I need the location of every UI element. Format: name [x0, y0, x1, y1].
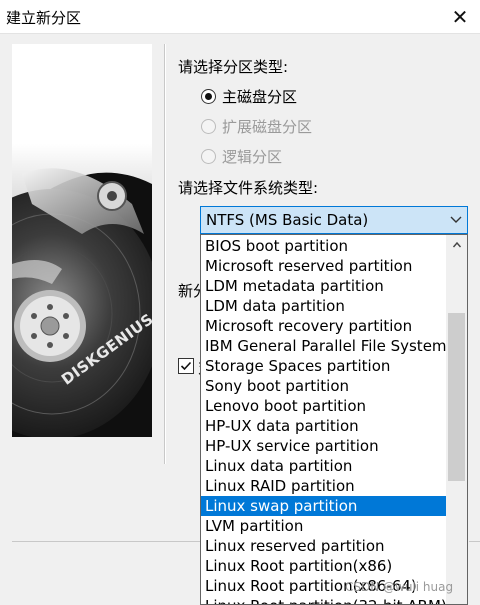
filesystem-list-item[interactable]: IBM General Parallel File System(G — [201, 336, 446, 356]
close-icon: ✕ — [451, 5, 469, 29]
filesystem-list-item[interactable]: HP-UX service partition — [201, 436, 446, 456]
radio-logical-partition[interactable]: 逻辑分区 — [201, 146, 282, 167]
scroll-up-button[interactable] — [446, 235, 467, 255]
filesystem-list-item[interactable]: Microsoft recovery partition — [201, 316, 446, 336]
filesystem-list-item[interactable]: Linux Root partition(32-bit ARM) — [201, 596, 446, 604]
radio-unselected-icon — [201, 149, 216, 164]
option-checkbox[interactable] — [178, 358, 194, 374]
radio-extended-partition[interactable]: 扩展磁盘分区 — [201, 116, 312, 137]
radio-unselected-icon — [201, 119, 216, 134]
close-button[interactable]: ✕ — [440, 0, 480, 34]
filesystem-list-item[interactable]: BIOS boot partition — [201, 236, 446, 256]
radio-primary-partition[interactable]: 主磁盘分区 — [201, 86, 297, 107]
filesystem-list-item[interactable]: Linux swap partition — [201, 496, 446, 516]
filesystem-list-item[interactable]: Linux data partition — [201, 456, 446, 476]
vertical-separator — [164, 44, 166, 464]
filesystem-list-item[interactable]: LDM metadata partition — [201, 276, 446, 296]
filesystem-list-item[interactable]: Lenovo boot partition — [201, 396, 446, 416]
filesystem-selected-value: NTFS (MS Basic Data) — [206, 211, 369, 229]
filesystem-dropdown-list[interactable]: BIOS boot partition Microsoft reserved pa… — [200, 234, 468, 605]
radio-label-primary: 主磁盘分区 — [222, 88, 298, 106]
filesystem-select[interactable]: NTFS (MS Basic Data) — [200, 206, 468, 234]
filesystem-list-item[interactable]: LVM partition — [201, 516, 446, 536]
dropdown-scrollbar[interactable] — [446, 235, 467, 604]
filesystem-list-item[interactable]: Sony boot partition — [201, 376, 446, 396]
hard-disk-illustration: DISKGENIUS — [12, 144, 152, 437]
filesystem-list-item[interactable]: Linux RAID partition — [201, 476, 446, 496]
window-title: 建立新分区 — [6, 9, 82, 27]
chevron-up-icon — [452, 241, 461, 248]
filesystem-list-item[interactable]: HP-UX data partition — [201, 416, 446, 436]
checkmark-icon — [180, 361, 192, 371]
dropdown-items: BIOS boot partition Microsoft reserved pa… — [201, 236, 446, 604]
title-bar: 建立新分区 ✕ — [0, 0, 480, 34]
filesystem-list-item[interactable]: Storage Spaces partition — [201, 356, 446, 376]
scrollbar-thumb[interactable] — [448, 313, 465, 481]
watermark-text: CSDN @wuli huag — [345, 580, 454, 594]
filesystem-list-item[interactable]: LDM data partition — [201, 296, 446, 316]
filesystem-list-item[interactable]: Microsoft reserved partition — [201, 256, 446, 276]
radio-label-extended: 扩展磁盘分区 — [222, 118, 313, 136]
bottom-divider-right — [469, 541, 480, 542]
filesystem-list-item[interactable]: Linux reserved partition — [201, 536, 446, 556]
radio-selected-icon — [201, 89, 216, 104]
partition-type-label: 请选择分区类型: — [178, 58, 289, 76]
filesystem-type-label: 请选择文件系统类型: — [178, 179, 319, 197]
chevron-down-icon — [450, 216, 462, 223]
radio-label-logical: 逻辑分区 — [222, 148, 283, 166]
filesystem-list-item[interactable]: Linux Root partition(x86) — [201, 556, 446, 576]
hard-disk-icon — [12, 144, 152, 437]
bottom-divider — [12, 541, 200, 542]
